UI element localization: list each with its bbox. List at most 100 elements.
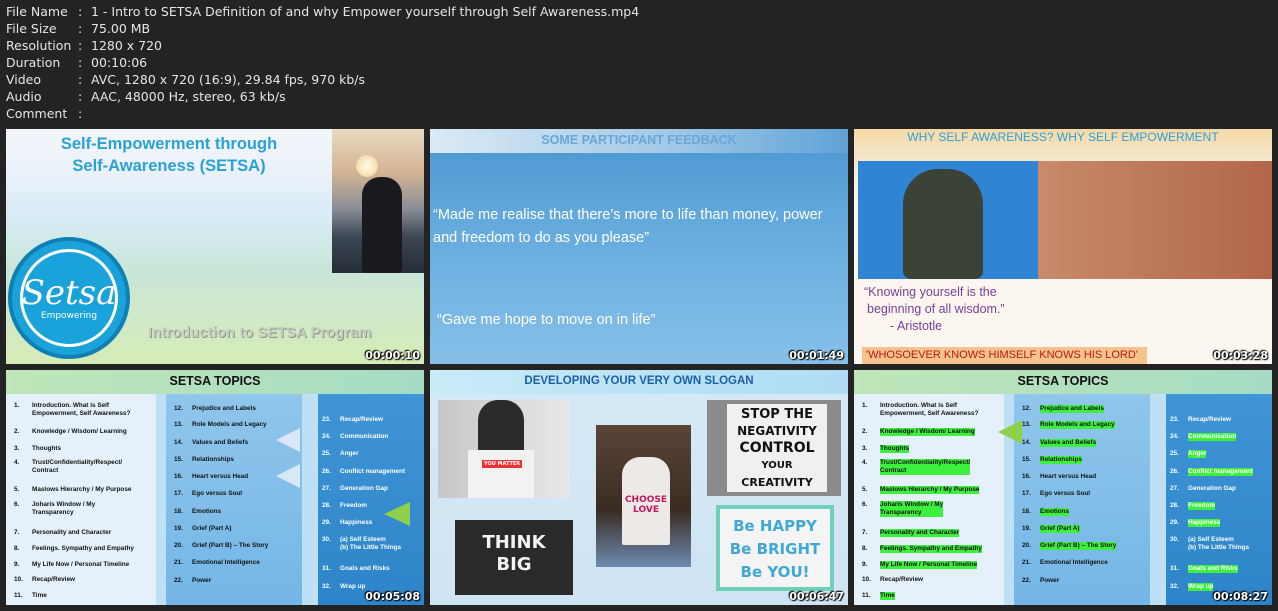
topic-item: 29. Happiness [322,519,373,526]
stop-negativity-sign-photo: STOP THE NEGATIVITY CONTROL YOUR CREATIVITY [707,400,841,496]
info-separator: : [78,21,83,36]
topic-item: 15. Relationships [174,456,234,463]
topic-item: 25. Anger [1170,450,1207,459]
topic-item: 5. Maslows Hierarchy / My Purpose [862,486,980,495]
info-value: 00:10:06 [91,55,148,70]
topic-item: 22. Power [174,577,212,584]
topic-item: 14. Values and Beliefs [174,439,249,446]
slide-title: DEVELOPING YOUR VERY OWN SLOGAN [524,375,754,387]
topic-item: 11. Time [14,592,47,599]
building-photo [1032,161,1272,279]
thumbnail-6[interactable]: SETSA TOPICS 1. Introduction. What is Sel… [854,370,1272,605]
quote-banner: 'WHOSOEVER KNOWS HIMSELF KNOWS HIS LORD' [862,347,1147,364]
info-row: Duration:00:10:06 [6,54,639,71]
info-separator: : [78,4,83,19]
topic-item: 30. (a) Self Esteem (b) The Little Things [322,536,402,552]
topic-item: 10. Recap/Review [14,576,75,583]
info-value: AVC, 1280 x 720 (16:9), 29.84 fps, 970 k… [91,72,366,87]
topic-item: 6. Joharis Window / My Transparency [14,501,96,517]
sunset-couple-photo [332,129,424,273]
file-info-panel: File Name:1 - Intro to SETSA Definition … [6,3,639,122]
topic-item: 20. Grief (Part B) – The Story [1022,542,1117,551]
info-separator: : [78,55,83,70]
sign-line: Be YOU! [740,563,810,581]
topic-item: 12. Prejudice and Labels [1022,405,1104,414]
info-key: Video [6,72,42,87]
info-key: Duration [6,55,61,70]
topic-item: 22. Power [1022,577,1060,584]
aristotle-quote: “Knowing yourself is the beginning of al… [864,285,1005,333]
sign-text: STOP THE NEGATIVITY CONTROL YOUR CREATIVITY [727,406,827,491]
topic-item: 7. Personality and Character [862,529,960,538]
topics-column-3 [318,394,424,605]
topic-item: 16. Heart versus Head [174,473,249,480]
topic-item: 19. Grief (Part A) [174,525,232,532]
sign-line: NEGATIVITY [737,424,817,438]
topic-item: 10. Recap/Review [862,576,923,583]
topic-item: 4. Trust/Confidentiality/Respect/ Contrac… [14,459,123,475]
slide-title: WHY SELF AWARENESS? WHY SELF EMPOWERMENT [907,130,1219,144]
topic-item: 32. Wrap up [1170,583,1214,592]
info-row: Comment: [6,105,639,122]
topic-item: 26. Conflict management [322,468,405,475]
slide-title: SETSA TOPICS [169,374,261,388]
topic-item: 6. Joharis Window / My Transparency [862,501,944,518]
topic-item: 13. Role Models and Legacy [174,421,267,428]
timestamp: 00:01:49 [789,349,844,362]
topic-item: 26. Conflict management [1170,468,1253,477]
info-row: File Size:75.00 MB [6,20,639,37]
timestamp: 00:08:27 [1213,590,1268,603]
info-row: File Name:1 - Intro to SETSA Definition … [6,3,639,20]
slide-title: SOME PARTICIPANT FEEDBACK [541,133,737,147]
thumbnail-5[interactable]: DEVELOPING YOUR VERY OWN SLOGAN YOU MATT… [430,370,848,605]
topic-item: 16. Heart versus Head [1022,473,1097,480]
thumbnail-3[interactable]: WHY SELF AWARENESS? WHY SELF EMPOWERMENT… [854,129,1272,364]
topic-item: 8. Feelings. Sympathy and Empathy [14,545,134,552]
topic-item: 15. Relationships [1022,456,1082,465]
topic-item: 24. Communication [1170,433,1237,442]
topic-item: 5. Maslows Hierarchy / My Purpose [14,486,132,493]
topic-item: 7. Personality and Character [14,529,112,536]
info-separator: : [78,72,83,87]
topic-item: 1. Introduction. What is Self Empowerment… [862,402,979,418]
thumbnail-4[interactable]: SETSA TOPICS 1. Introduction. What is Sel… [6,370,424,605]
topic-item: 18. Emotions [174,508,222,515]
topic-item: 18. Emotions [1022,508,1070,517]
topic-item: 27. Generation Gap [1170,485,1236,492]
info-row: Video: AVC, 1280 x 720 (16:9), 29.84 fps,… [6,71,639,88]
sign-line: STOP THE [741,407,813,422]
topic-item: 17. Ego versus Soul [1022,490,1091,497]
arrow-icon [384,502,410,526]
topic-item: 2. Knowledge / Wisdom/ Learning [862,428,975,437]
setsa-logo: Setsa Empowering [8,237,130,359]
slide-footer: Introduction to SETSA Program [148,325,372,341]
arrow-icon [998,420,1022,444]
slide-title: Self-Empowerment through Self-Awareness (… [60,135,278,175]
thumbnail-2[interactable]: SOME PARTICIPANT FEEDBACK “Made me reali… [430,129,848,364]
choose-love-photo: CHOOSE LOVE [596,425,691,567]
feedback-quote-1: “Made me realise that there’s more to li… [433,207,823,246]
topic-item: 28. Freedom [322,502,367,509]
info-value: 75.00 MB [91,21,151,36]
sign-line: CREATIVITY [741,476,813,489]
thumbnail-1[interactable]: Self-Empowerment through Self-Awareness (… [6,129,424,364]
topic-item: 21. Emotional Intelligence [174,559,260,566]
topic-item: 31. Goals and Risks [322,565,390,572]
topic-item: 2. Knowledge / Wisdom/ Learning [14,428,127,435]
info-value: AAC, 48000 Hz, stereo, 63 kb/s [91,89,286,104]
topic-item: 24. Communication [322,433,389,440]
think-big-photo: THINK BIG [455,520,573,595]
info-row: Audio: AAC, 48000 Hz, stereo, 63 kb/s [6,88,639,105]
topic-item: 32. Wrap up [322,583,366,590]
topic-item: 17. Ego versus Soul [174,490,243,497]
topic-item: 3. Thoughts [14,445,62,452]
topic-item: 25. Anger [322,450,359,457]
sign-line: YOUR [761,460,793,471]
topic-item: 31. Goals and Risks [1170,565,1238,574]
topic-item: 1. Introduction. What is Self Empowerment… [14,402,131,418]
info-key: File Size [6,21,57,36]
aristotle-statue-photo [858,161,1038,279]
info-key: Resolution [6,38,72,53]
info-value: 1280 x 720 [91,38,163,53]
info-separator: : [78,106,83,121]
